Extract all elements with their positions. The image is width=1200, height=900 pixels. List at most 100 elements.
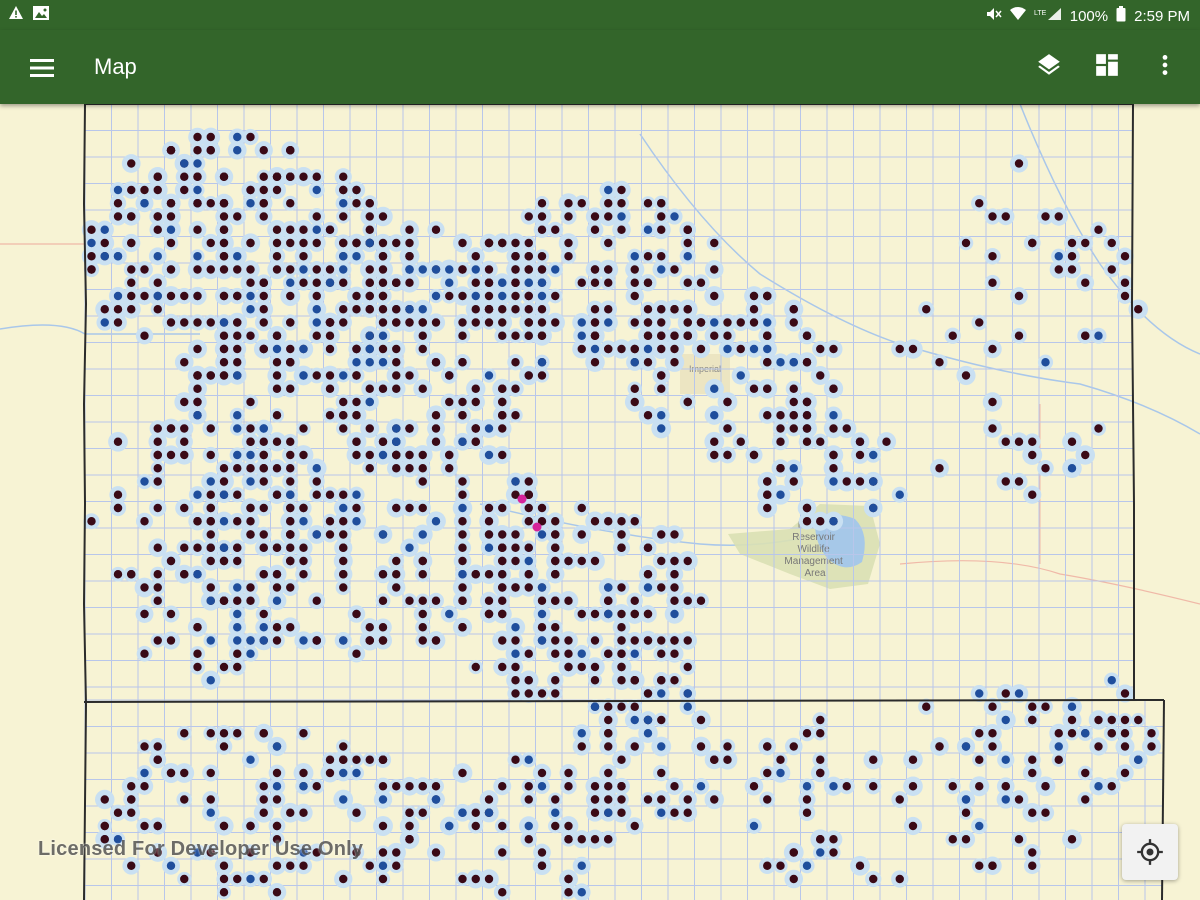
well-point[interactable]	[498, 888, 507, 897]
well-point[interactable]	[272, 331, 282, 340]
well-point[interactable]	[180, 358, 189, 367]
well-point[interactable]	[193, 185, 202, 195]
well-point[interactable]	[259, 437, 268, 446]
well-point[interactable]	[829, 477, 838, 486]
well-point[interactable]	[140, 265, 149, 274]
well-point[interactable]	[219, 172, 229, 181]
well-point[interactable]	[206, 530, 215, 539]
well-point[interactable]	[259, 609, 268, 619]
well-point[interactable]	[219, 252, 229, 261]
well-point[interactable]	[604, 344, 613, 354]
well-point[interactable]	[617, 543, 626, 552]
well-point[interactable]	[829, 344, 838, 354]
well-point[interactable]	[127, 212, 136, 221]
well-point[interactable]	[206, 265, 215, 274]
well-point[interactable]	[1028, 715, 1037, 725]
well-point[interactable]	[458, 543, 467, 552]
well-point[interactable]	[339, 755, 348, 764]
well-point[interactable]	[670, 530, 679, 539]
well-point[interactable]	[219, 464, 229, 473]
well-point[interactable]	[286, 358, 295, 367]
well-point[interactable]	[802, 331, 812, 340]
well-point[interactable]	[551, 808, 560, 817]
well-point[interactable]	[1001, 755, 1010, 764]
well-point[interactable]	[961, 795, 971, 804]
well-point[interactable]	[484, 596, 494, 605]
well-point[interactable]	[259, 278, 268, 287]
well-point[interactable]	[524, 477, 533, 486]
well-point[interactable]	[365, 265, 374, 274]
well-point[interactable]	[657, 265, 666, 274]
well-point[interactable]	[272, 861, 282, 870]
well-point[interactable]	[776, 490, 785, 499]
well-point[interactable]	[378, 238, 388, 248]
well-point[interactable]	[166, 768, 176, 778]
well-point[interactable]	[617, 755, 626, 764]
well-point[interactable]	[683, 238, 692, 248]
well-point[interactable]	[1028, 490, 1037, 499]
well-point[interactable]	[1094, 331, 1103, 340]
well-point[interactable]	[537, 623, 547, 632]
well-point[interactable]	[498, 278, 507, 287]
well-point[interactable]	[537, 609, 547, 619]
well-point[interactable]	[286, 583, 295, 592]
well-point[interactable]	[524, 371, 533, 380]
well-point[interactable]	[378, 861, 388, 870]
well-point[interactable]	[710, 755, 719, 764]
well-point[interactable]	[378, 530, 388, 539]
well-point[interactable]	[392, 358, 401, 367]
well-point[interactable]	[272, 437, 282, 446]
well-point[interactable]	[908, 755, 918, 764]
well-point[interactable]	[445, 821, 454, 831]
well-point[interactable]	[498, 782, 507, 791]
well-point[interactable]	[206, 371, 215, 380]
well-point[interactable]	[630, 291, 639, 301]
well-point[interactable]	[193, 291, 202, 301]
well-point[interactable]	[749, 318, 759, 327]
well-point[interactable]	[484, 305, 494, 314]
well-point[interactable]	[802, 503, 812, 513]
well-point[interactable]	[524, 265, 533, 274]
well-point[interactable]	[378, 265, 388, 274]
well-point[interactable]	[657, 424, 666, 433]
well-point[interactable]	[710, 450, 719, 460]
well-point[interactable]	[286, 530, 295, 539]
well-point[interactable]	[537, 358, 547, 367]
well-point[interactable]	[816, 715, 825, 725]
well-point[interactable]	[1081, 450, 1090, 460]
well-point[interactable]	[1001, 437, 1010, 446]
well-point[interactable]	[723, 755, 732, 764]
well-point[interactable]	[233, 424, 242, 433]
well-point[interactable]	[736, 318, 745, 327]
well-point[interactable]	[1120, 252, 1130, 261]
well-point[interactable]	[339, 424, 348, 433]
well-point[interactable]	[511, 252, 520, 261]
well-point[interactable]	[776, 464, 785, 473]
well-point[interactable]	[630, 252, 639, 261]
well-point[interactable]	[643, 543, 653, 552]
well-point[interactable]	[471, 821, 480, 831]
well-point[interactable]	[180, 729, 189, 738]
well-point[interactable]	[392, 344, 401, 354]
well-point[interactable]	[405, 464, 414, 473]
well-point[interactable]	[710, 238, 719, 248]
well-point[interactable]	[869, 503, 878, 513]
well-point[interactable]	[829, 782, 838, 791]
well-point[interactable]	[564, 252, 573, 261]
well-point[interactable]	[259, 172, 268, 181]
well-point[interactable]	[524, 212, 533, 221]
well-point[interactable]	[577, 835, 586, 844]
well-point[interactable]	[339, 238, 348, 248]
well-point[interactable]	[511, 265, 520, 274]
well-point[interactable]	[524, 252, 533, 261]
well-point[interactable]	[166, 238, 176, 248]
well-point[interactable]	[166, 199, 176, 208]
well-point[interactable]	[988, 212, 997, 221]
well-point[interactable]	[113, 437, 123, 446]
well-point[interactable]	[484, 795, 494, 804]
well-point[interactable]	[829, 464, 838, 473]
well-point[interactable]	[498, 411, 507, 420]
well-point[interactable]	[378, 358, 388, 367]
well-point[interactable]	[842, 477, 851, 486]
well-point[interactable]	[643, 225, 653, 234]
